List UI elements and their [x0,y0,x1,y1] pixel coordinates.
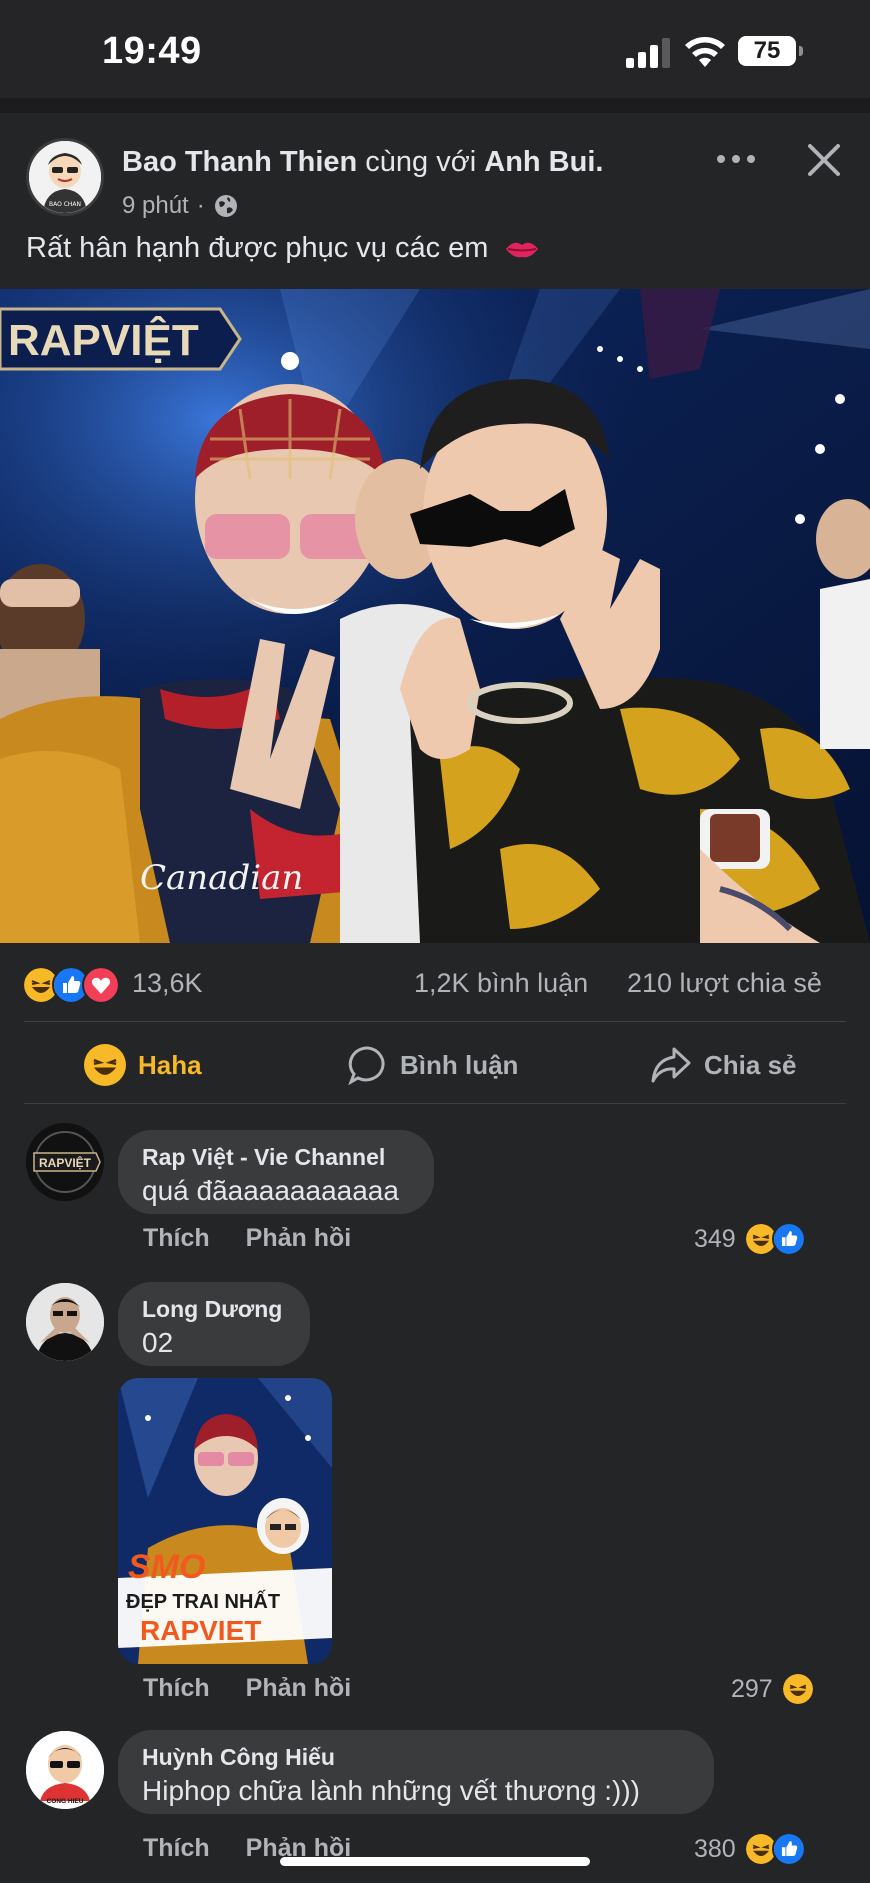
shares-count[interactable]: 210 lượt chia sẻ [627,968,822,999]
haha-icon [84,1044,126,1086]
cong-hieu-avatar-label: CONG HIEU [47,1798,84,1805]
meta-dot: · [196,192,205,219]
comment-text: quá đãaaaaaaaaaaa [142,1175,399,1206]
with-text: cùng với [365,146,477,178]
author-name[interactable]: Bao Thanh Thien [122,146,357,178]
commenter-avatar-long-duong[interactable] [26,1283,104,1361]
comment-like-button[interactable]: Thích [143,1834,210,1863]
globe-icon [214,195,237,217]
comment-bubble[interactable]: Rap Việt - Vie Channel quá đãaaaaaaaaaaa [118,1130,434,1214]
comment-reactions[interactable]: 297 [731,1672,815,1706]
comment-actions: Thích Phản hồi [143,1224,351,1253]
close-icon[interactable] [800,136,848,184]
reaction-count[interactable]: 13,6K [132,968,203,999]
comment-bubble[interactable]: Huỳnh Công Hiếu Hiphop chữa lành những v… [118,1730,714,1814]
battery-tip [799,46,803,56]
comment-bubble[interactable]: Long Dương 02 [118,1282,310,1366]
post-meta: 9 phút · [122,192,239,220]
cardigan-script: Canadian [140,858,303,898]
lips-emoji-icon [506,243,539,258]
caption-text: Rất hân hạnh được phục vụ các em [26,232,489,264]
author-avatar-illustration: BAO CHAN [29,141,101,213]
comment-icon [348,1046,385,1085]
comment-actions: Thích Phản hồi [143,1674,351,1703]
divider-bottom [24,1103,846,1104]
haha-label: Haha [138,1049,202,1080]
status-bar: 19:49 75 [0,0,870,98]
battery-icon: 75 [738,36,804,66]
post-header: Bao Thanh Thien cùng với Anh Bui. [122,146,603,179]
rapviet-logo-icon: RAPVIỆT [26,1123,104,1201]
share-button[interactable]: Chia sẻ [650,1040,797,1090]
comment-like-button[interactable]: Thích [143,1224,210,1253]
like-reaction-icon [771,1832,806,1866]
sticker-line3-text: RAPVIET [140,1615,261,1646]
rapviet-logo-text: RAPVIỆT [39,1155,92,1170]
share-icon [651,1047,691,1083]
comment-text: Hiphop chữa lành những vết thương :))) [142,1775,640,1806]
status-time: 19:49 [102,30,202,72]
comment-label: Bình luận [400,1049,519,1080]
tagged-name[interactable]: Anh Bui. [484,146,603,178]
sticker-line2-text: ĐẸP TRAI NHẤT [126,1590,280,1613]
sticker-smo-text: SMO [128,1548,205,1586]
post-time[interactable]: 9 phút [122,192,189,220]
commenter-avatar-cong-hieu[interactable]: CONG HIEU [26,1731,104,1809]
post-photo[interactable]: RAPVIỆT Canadian [0,289,870,943]
comment-reactions[interactable]: 349 [694,1222,806,1256]
comment-author[interactable]: Long Dương [142,1296,286,1323]
wifi-icon [685,37,725,67]
comment-reactions[interactable]: 380 [694,1832,806,1866]
comment-like-button[interactable]: Thích [143,1674,210,1703]
author-avatar[interactable]: BAO CHAN [26,138,104,216]
comment-reply-button[interactable]: Phản hồi [246,1224,352,1253]
avatar-photo [26,1283,104,1361]
comment-sticker-image[interactable]: SMO ĐẸP TRAI NHẤT RAPVIET [118,1378,332,1664]
cong-hieu-avatar-illustration: CONG HIEU [26,1731,104,1809]
cellular-signal-icon [626,38,670,68]
like-reaction-icon [771,1222,806,1256]
comment-reaction-count: 380 [694,1834,736,1863]
divider-top [24,1021,846,1022]
haha-button[interactable]: Haha [84,1040,202,1090]
sticker-illustration: SMO ĐẸP TRAI NHẤT RAPVIET [118,1378,332,1664]
home-indicator[interactable] [280,1857,590,1866]
comment-text: 02 [142,1327,174,1358]
rapviet-sign-text: RAPVIỆT [8,315,199,365]
more-options-icon[interactable] [712,140,760,178]
comment-reaction-count: 297 [731,1674,773,1703]
reaction-icons[interactable] [22,966,120,1004]
battery-level: 75 [738,36,796,66]
rapviet-sign: RAPVIỆT [0,307,242,371]
comment-reply-button[interactable]: Phản hồi [246,1674,352,1703]
post-caption: Rất hân hạnh được phục vụ các em [26,232,540,265]
share-label: Chia sẻ [704,1049,797,1080]
comment-reaction-count: 349 [694,1224,736,1253]
comment-author[interactable]: Huỳnh Công Hiếu [142,1744,690,1771]
comment-button[interactable]: Bình luận [348,1040,518,1090]
author-avatar-label: BAO CHAN [49,201,81,208]
love-reaction-icon [82,966,120,1004]
comment-author[interactable]: Rap Việt - Vie Channel [142,1144,410,1171]
comments-count[interactable]: 1,2K bình luận [414,968,588,999]
haha-reaction-icon [780,1672,815,1706]
commenter-avatar-rapviet[interactable]: RAPVIỆT [26,1123,104,1201]
